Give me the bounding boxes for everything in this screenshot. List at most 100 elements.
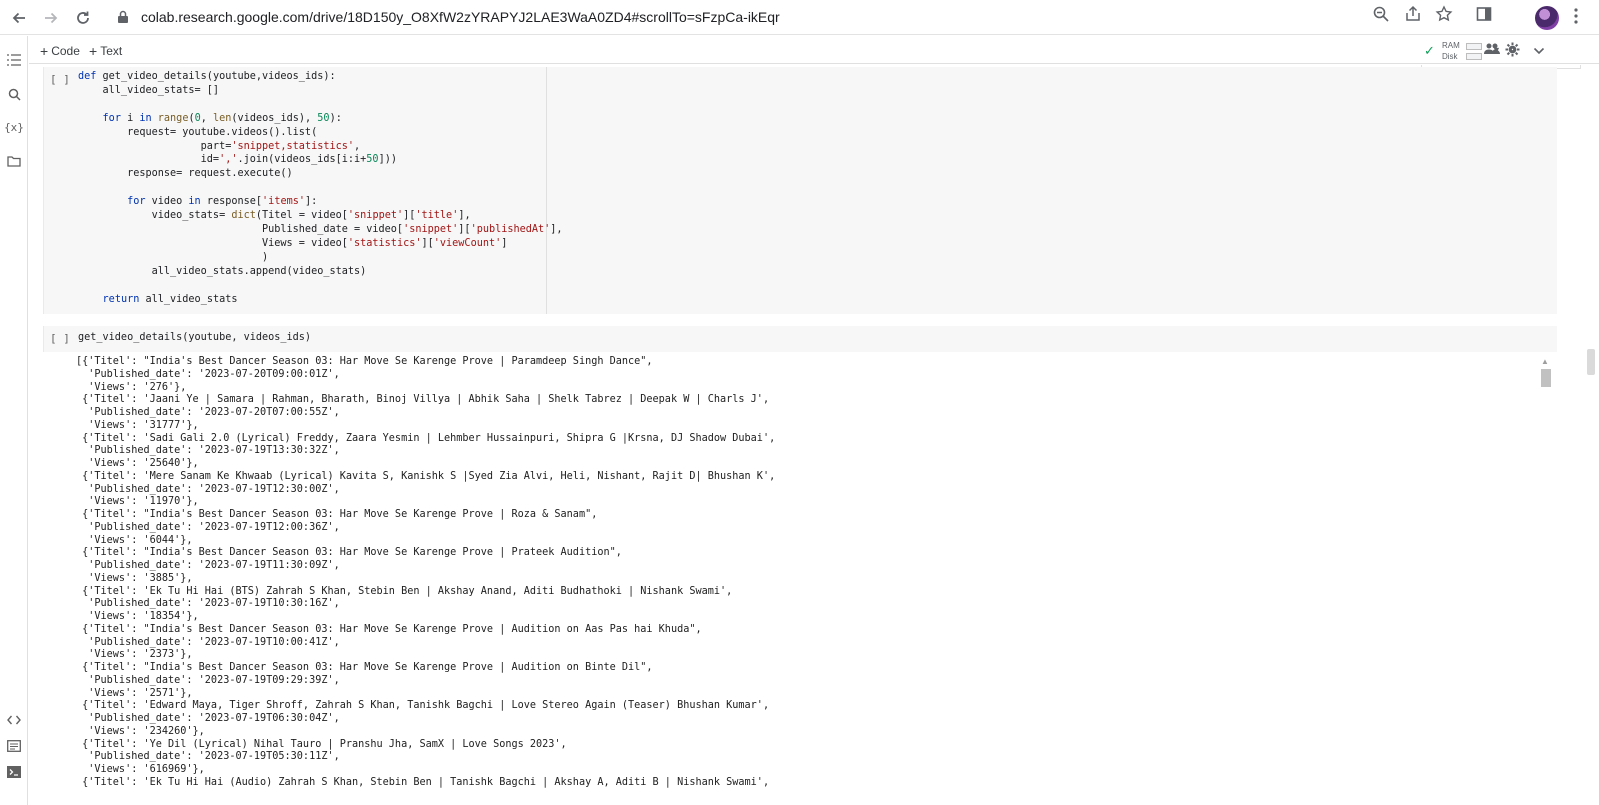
code-line: part='snippet,statistics', [78,140,361,152]
output-line: 'Views': '3885'}, [76,572,193,584]
left-rail: {x} [0,36,28,805]
code-line: ) [78,251,269,263]
add-text-button[interactable]: + Text [89,43,122,59]
add-code-label: Code [51,44,80,58]
output-line: 'Published_date': '2023-07-19T11:30:09Z'… [76,560,340,571]
add-code-button[interactable]: + Code [40,43,80,59]
page-scrollbar-thumb[interactable] [1587,349,1595,375]
output-line: 'Published_date': '2023-07-19T13:30:32Z'… [76,445,340,457]
code-line: response= request.execute() [78,168,293,180]
side-panel-icon[interactable] [1475,5,1493,28]
disk-bar [1466,53,1482,60]
output-line: {'Titel': "India's Best Dancer Season 03… [76,547,622,559]
share-people-icon[interactable] [1484,42,1500,61]
code-editor[interactable]: get_video_details(youtube, videos_ids) [78,331,311,345]
output-line: 'Views': '11970'}, [76,496,199,508]
code-line: video_stats= dict(Titel = video['snippet… [78,210,471,222]
command-palette-icon[interactable] [6,738,22,754]
output-line: 'Views': '276'}, [76,381,187,393]
notebook-toolbar: + Code + Text ✓ RAM Disk ▼ [29,36,1599,64]
scrollbar-thumb[interactable] [1541,369,1551,387]
resource-monitor[interactable]: ✓ RAM Disk ▼ [1424,40,1514,62]
code-line: for i in range(0, len(videos_ids), 50): [102,112,342,124]
run-cell-button[interactable]: [ ] [50,73,70,86]
forward-arrow-icon[interactable] [38,5,64,31]
code-editor[interactable]: def get_video_details(youtube,videos_ids… [78,70,563,306]
scroll-up-icon[interactable]: ▲ [1541,357,1549,366]
lock-icon[interactable] [117,10,129,29]
browser-toolbar: colab.research.google.com/drive/18D150y_… [0,0,1599,35]
share-icon[interactable] [1404,5,1422,28]
output-line: {'Titel': 'Ek Tu Hi Hai (BTS) Zahrah S K… [76,585,733,597]
output-line: {'Titel': 'Ye Dil (Lyrical) Nihal Tauro … [76,738,567,750]
output-line: {'Titel': "India's Best Dancer Season 03… [76,509,598,520]
code-cell[interactable]: [ ] def get_video_details(youtube,videos… [43,67,1557,314]
more-vert-icon[interactable] [1573,7,1579,30]
output-line: {'Titel': 'Sadi Gali 2.0 (Lyrical) Fredd… [76,432,776,444]
output-line: 'Views': '616969'}, [76,764,205,775]
terminal-icon[interactable] [6,764,22,780]
output-line: 'Published_date': '2023-07-20T07:00:55Z'… [76,407,340,418]
output-line: {'Titel': 'Mere Sanam Ke Khwaab (Lyrical… [76,470,776,482]
output-line: 'Published_date': '2023-07-19T12:00:36Z'… [76,521,340,533]
search-icon[interactable] [6,86,22,102]
plus-icon: + [40,43,49,59]
back-arrow-icon[interactable] [6,5,32,31]
folder-icon[interactable] [6,153,22,169]
output-line: {'Titel': "India's Best Dancer Season 03… [76,662,653,673]
output-line: 'Published_date': '2023-07-19T09:29:39Z'… [76,674,340,686]
output-line: {'Titel': 'Edward Maya, Tiger Shroff, Za… [76,700,770,712]
code-cell[interactable]: [ ] get_video_details(youtube, videos_id… [43,326,1557,352]
code-line: get_video_details(youtube, videos_ids) [78,332,312,343]
code-line: id=','.join(videos_ids[i:i+50])) [78,154,397,166]
output-line: 'Views': '25640'}, [76,458,199,469]
chevron-down-icon[interactable] [1533,43,1545,61]
code-line: request= youtube.videos().list( [78,126,318,138]
output-line: 'Views': '6044'}, [76,534,193,546]
ram-bar [1466,43,1482,50]
run-cell-button[interactable]: [ ] [50,332,70,345]
code-line: all_video_stats.append(video_stats) [78,265,367,277]
disk-label: Disk [1442,52,1458,61]
code-line: def get_video_details(youtube,videos_ids… [78,71,336,82]
output-scrollbar[interactable]: ▲ [1539,355,1551,805]
notebook-area: [ ] def get_video_details(youtube,videos… [29,65,1599,805]
avatar[interactable] [1535,6,1559,30]
code-line: Views = video['statistics']['viewCount'] [78,237,508,249]
output-line: 'Published_date': '2023-07-19T10:30:16Z'… [76,598,340,610]
reload-icon[interactable] [70,5,96,31]
output-text: [{'Titel': "India's Best Dancer Season 0… [76,356,775,790]
cell-output: [{'Titel': "India's Best Dancer Season 0… [43,353,1557,805]
code-snippets-icon[interactable] [6,712,22,728]
output-line: 'Views': '2571'}, [76,687,193,699]
output-line: {'Titel': "India's Best Dancer Season 03… [76,623,702,635]
code-line: for video in response['items']: [127,196,318,208]
output-line: 'Published_date': '2023-07-19T10:00:41Z'… [76,636,340,648]
output-line: 'Views': '31777'}, [76,419,199,431]
code-line: Published_date = video['snippet']['publi… [78,223,563,235]
output-line: 'Views': '18354'}, [76,611,199,622]
output-line: 'Published_date': '2023-07-20T09:00:01Z'… [76,368,340,380]
output-line: 'Published_date': '2023-07-19T06:30:04Z'… [76,713,340,724]
url-text[interactable]: colab.research.google.com/drive/18D150y_… [141,9,780,25]
code-line: return all_video_stats [102,293,238,305]
output-line: {'Titel': 'Jaani Ye | Samara | Rahman, B… [76,394,770,406]
code-line: all_video_stats= [] [78,84,220,96]
add-text-label: Text [100,44,123,58]
output-line: 'Published_date': '2023-07-19T12:30:00Z'… [76,483,340,495]
table-of-contents-icon[interactable] [6,52,22,68]
variables-icon[interactable]: {x} [4,119,24,135]
star-icon[interactable] [1435,5,1453,28]
ram-label: RAM [1442,41,1460,50]
gear-icon[interactable] [1505,42,1520,62]
output-line: 'Published_date': '2023-07-19T05:30:11Z'… [76,751,340,763]
zoom-icon[interactable] [1372,5,1390,28]
output-line: 'Views': '234260'}, [76,725,205,737]
output-line: {'Titel': 'Ek Tu Hi Hai (Audio) Zahrah S… [76,776,770,788]
address-bar[interactable]: colab.research.google.com/drive/18D150y_… [105,4,1485,31]
connected-check-icon: ✓ [1424,43,1435,58]
output-line: 'Views': '2373'}, [76,649,193,661]
